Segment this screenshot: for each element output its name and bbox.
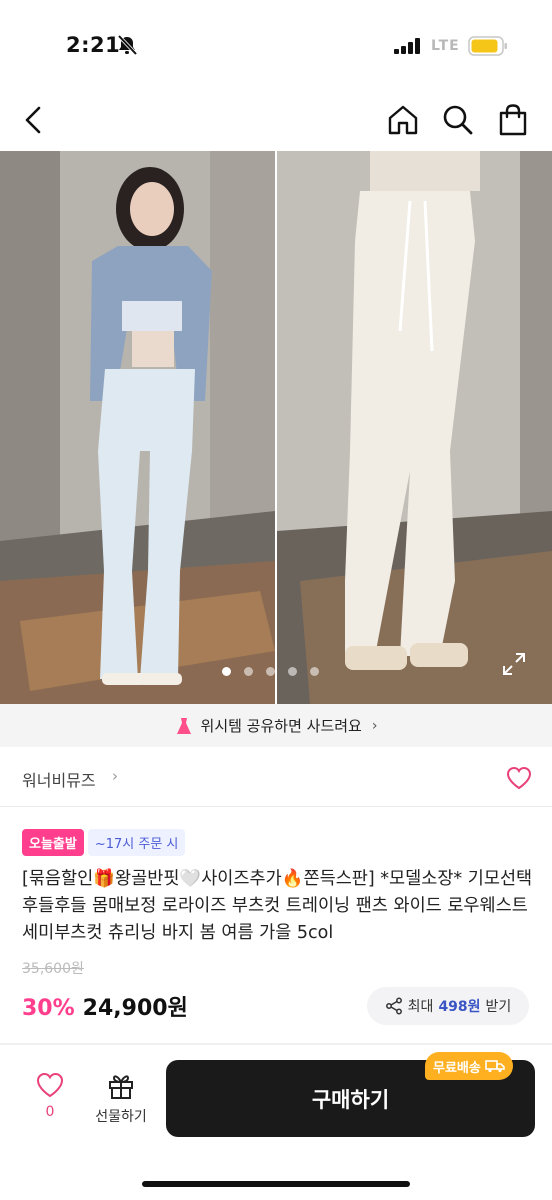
points-prefix: 최대 — [407, 999, 434, 1015]
free-shipping-label: 무료배송 — [433, 1060, 481, 1076]
shop-name[interactable]: 워너비뮤즈 — [22, 767, 96, 791]
share-icon — [385, 997, 402, 1015]
product-title: [묶음할인🎁왕골반핏🤍사이즈추가🔥쫀득스판] *모델소장* 기모선택 후들후들 … — [22, 869, 533, 943]
original-price: 35,600원 — [22, 961, 84, 977]
like-count: 0 — [45, 1104, 55, 1120]
like-button[interactable]: 0 — [26, 1072, 74, 1120]
points-suffix: 받기 — [485, 999, 512, 1015]
mute-icon — [117, 35, 138, 55]
gift-icon — [109, 1075, 133, 1099]
network-label: LTE — [431, 38, 460, 54]
cart-button[interactable] — [493, 100, 533, 140]
back-arrow-icon — [25, 106, 41, 134]
shipping-badges: 오늘출발 ~17시 주문 시 — [22, 829, 186, 856]
carousel-dot[interactable] — [244, 667, 253, 676]
heart-outline-icon[interactable] — [506, 766, 532, 790]
order-cutoff-badge: ~17시 주문 시 — [87, 829, 186, 856]
search-button[interactable] — [438, 100, 478, 140]
wish-share-banner[interactable]: 위시템 공유하면 사드려요 › — [0, 704, 552, 747]
sale-price: 24,900원 — [82, 996, 188, 1021]
shopping-bag-icon — [499, 104, 527, 136]
back-button[interactable] — [14, 100, 54, 140]
today-shipping-badge: 오늘출발 — [22, 829, 84, 856]
price-row: 30% 24,900원 — [22, 990, 188, 1022]
chevron-right-icon: › — [112, 767, 118, 785]
battery-icon — [468, 36, 507, 56]
top-nav-bar — [0, 92, 552, 150]
free-shipping-badge: 무료배송 — [425, 1052, 513, 1080]
carousel-indicator — [222, 667, 319, 676]
product-photo — [0, 151, 552, 704]
carousel-dot[interactable] — [222, 667, 231, 676]
heart-outline-icon — [36, 1072, 64, 1098]
gift-button[interactable]: 선물하기 — [88, 1072, 154, 1126]
dress-icon — [176, 717, 191, 734]
home-icon — [388, 105, 418, 135]
carousel-dot[interactable] — [288, 667, 297, 676]
discount-rate: 30% — [22, 996, 75, 1021]
points-amount: 498원 — [438, 999, 481, 1015]
status-time: 2:21 — [66, 33, 121, 57]
expand-icon[interactable] — [501, 651, 527, 677]
wish-banner-text: 위시템 공유하면 사드려요 — [200, 717, 362, 735]
truck-icon — [485, 1060, 505, 1073]
carousel-dot[interactable] — [266, 667, 275, 676]
gift-label: 선물하기 — [95, 1109, 147, 1125]
chevron-right-icon: › — [371, 717, 378, 734]
status-bar: 2:21 LTE — [0, 0, 552, 92]
home-button[interactable] — [383, 100, 423, 140]
carousel-dot[interactable] — [310, 667, 319, 676]
home-indicator — [142, 1181, 410, 1187]
max-points-button[interactable]: 최대 498원 받기 — [367, 987, 529, 1025]
signal-icon — [394, 38, 420, 54]
product-image-carousel[interactable] — [0, 151, 552, 704]
search-icon — [443, 105, 473, 135]
shop-row[interactable]: 워너비뮤즈 › — [0, 747, 552, 807]
